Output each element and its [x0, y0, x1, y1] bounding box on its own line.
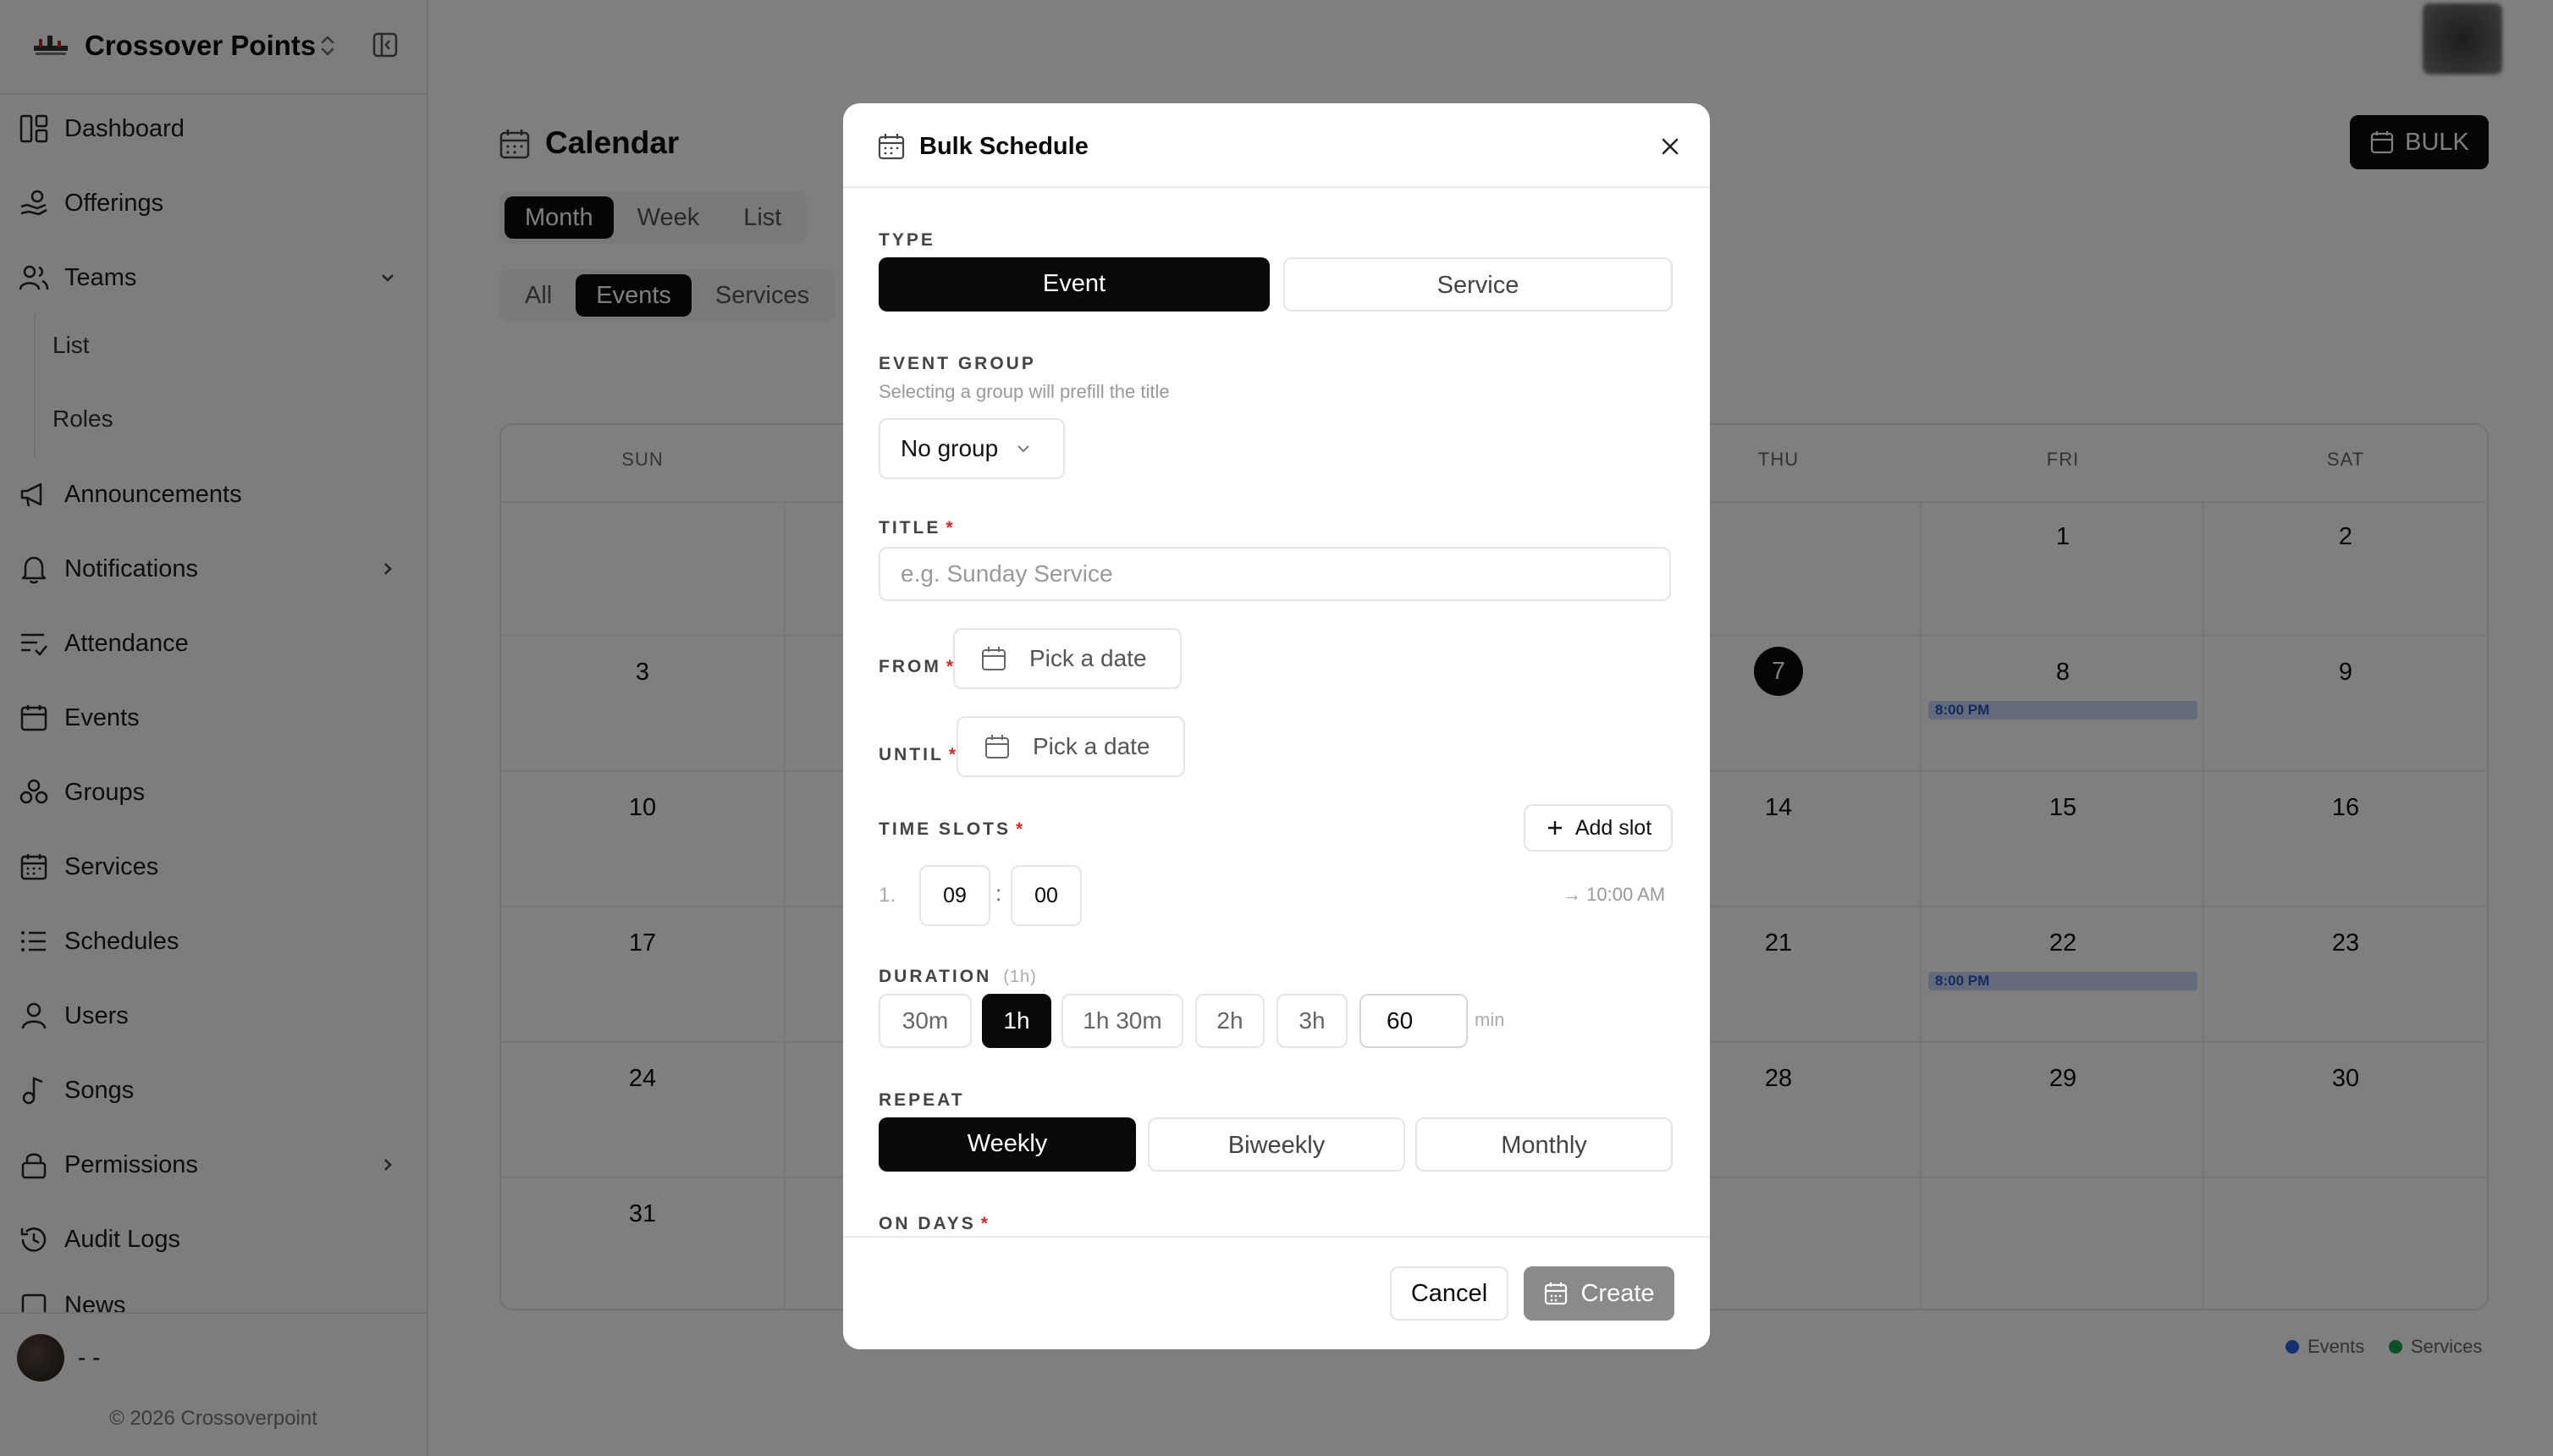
chevron-down-icon	[1017, 445, 1029, 453]
calendar-icon	[1545, 1282, 1568, 1305]
label-text: ON DAYS	[879, 1214, 976, 1233]
time-separator: :	[995, 880, 1002, 906]
from-label: FROM *	[879, 657, 956, 677]
duration-30m[interactable]: 30m	[879, 994, 972, 1048]
until-label: UNTIL *	[879, 745, 958, 765]
dialog-title: Bulk Schedule	[919, 133, 1089, 160]
bulk-schedule-dialog: Bulk Schedule TYPE Event Service EVENT G…	[843, 103, 1710, 1349]
required-mark: *	[1016, 819, 1026, 839]
select-value: No group	[901, 435, 999, 461]
duration-1h[interactable]: 1h	[982, 994, 1051, 1048]
slot-number: 1.	[879, 884, 896, 907]
title-input[interactable]: e.g. Sunday Service	[879, 547, 1671, 601]
type-label: TYPE	[879, 230, 935, 251]
label-text: FROM	[879, 657, 941, 676]
slot-hour-input[interactable]: 09	[919, 865, 990, 926]
repeat-monthly-button[interactable]: Monthly	[1415, 1117, 1673, 1172]
from-date-picker[interactable]: Pick a date	[953, 628, 1182, 689]
type-event-button[interactable]: Event	[879, 257, 1270, 312]
until-date-picker[interactable]: Pick a date	[957, 716, 1185, 777]
add-slot-label: Add slot	[1574, 815, 1652, 840]
event-group-hint: Selecting a group will prefill the title	[879, 381, 1170, 402]
time-slots-label: TIME SLOTS *	[879, 819, 1025, 840]
event-group-label: EVENT GROUP	[879, 354, 1036, 374]
dialog-footer: Cancel Create	[843, 1236, 1710, 1349]
title-label: TITLE *	[879, 518, 956, 538]
repeat-weekly-button[interactable]: Weekly	[879, 1117, 1136, 1172]
label-text: UNTIL	[879, 745, 944, 764]
plus-icon	[1547, 821, 1562, 835]
dialog-header: Bulk Schedule	[843, 103, 1710, 188]
date-placeholder: Pick a date	[1029, 645, 1147, 671]
add-slot-button[interactable]: Add slot	[1524, 804, 1673, 852]
label-text: DURATION	[879, 967, 992, 986]
duration-label: DURATION (1h)	[879, 967, 1037, 987]
required-mark: *	[980, 1214, 990, 1233]
slot-end-time: → 10:00 AM	[1563, 884, 1665, 906]
duration-1h30m[interactable]: 1h 30m	[1061, 994, 1183, 1048]
duration-hint: (1h)	[1003, 968, 1037, 986]
label-text: REPEAT	[879, 1090, 965, 1110]
event-group-select[interactable]: No group	[879, 418, 1065, 479]
label-text: TITLE	[879, 518, 941, 538]
arrow-right-icon: →	[1563, 884, 1581, 905]
duration-2h[interactable]: 2h	[1195, 994, 1265, 1048]
minutes-unit: min	[1475, 1009, 1505, 1030]
on-days-label: ON DAYS *	[879, 1214, 990, 1234]
calendar-icon	[878, 134, 905, 160]
duration-minutes-input[interactable]: 60	[1359, 994, 1468, 1048]
type-service-button[interactable]: Service	[1283, 257, 1673, 312]
slot-minute-input[interactable]: 00	[1011, 865, 1082, 926]
app-root: Crossover Points Dashboard Offerings Tea…	[0, 0, 2553, 1456]
label-text: TIME SLOTS	[879, 819, 1011, 839]
create-label: Create	[1580, 1279, 1655, 1307]
end-time-text: 10:00 AM	[1586, 884, 1666, 905]
calendar-icon	[982, 647, 1006, 670]
repeat-label: REPEAT	[879, 1090, 965, 1111]
date-placeholder: Pick a date	[1033, 733, 1150, 759]
create-button[interactable]: Create	[1524, 1266, 1674, 1321]
label-text: EVENT GROUP	[879, 354, 1036, 373]
close-icon[interactable]	[1656, 132, 1685, 161]
repeat-biweekly-button[interactable]: Biweekly	[1148, 1117, 1405, 1172]
duration-3h[interactable]: 3h	[1276, 994, 1348, 1048]
required-mark: *	[946, 518, 956, 538]
label-text: TYPE	[879, 230, 935, 250]
calendar-icon	[985, 735, 1009, 758]
cancel-button[interactable]: Cancel	[1390, 1266, 1508, 1321]
